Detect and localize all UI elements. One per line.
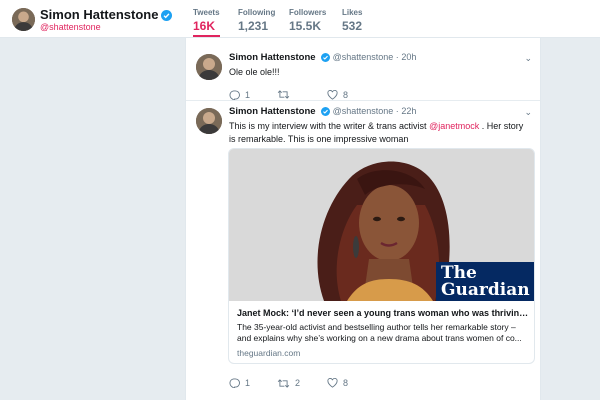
tweet-text: Ole ole ole!!!	[229, 67, 280, 77]
verified-badge-icon	[321, 53, 331, 62]
retweet-icon	[277, 378, 290, 388]
stat-tweets-tab[interactable]: Tweets 16K	[193, 8, 220, 37]
logo-line: Guardian	[441, 280, 530, 300]
profile-name-text[interactable]: Simon Hattenstone	[40, 7, 158, 22]
card-domain[interactable]: theguardian.com	[237, 348, 300, 358]
profile-header-bar: Simon Hattenstone @shattenstone Tweets 1…	[0, 0, 600, 38]
retweet-icon	[277, 90, 290, 99]
profile-avatar[interactable]	[12, 8, 35, 31]
tweet-text-part: This is my interview with the writer & t…	[229, 121, 430, 131]
tweet-avatar[interactable]	[196, 54, 222, 80]
verified-badge-icon	[321, 107, 331, 116]
reply-button[interactable]: 1	[229, 90, 250, 100]
card-description: The 35-year-old activist and bestselling…	[237, 322, 522, 343]
tweet-author-name[interactable]: Simon Hattenstone	[229, 106, 316, 117]
stat-label: Followers	[289, 8, 327, 17]
tweet-menu-caret-icon[interactable]: ⌄	[524, 53, 532, 64]
reply-icon	[229, 90, 240, 100]
tweet-avatar[interactable]	[196, 108, 222, 134]
reply-icon	[229, 378, 240, 388]
dot-separator: ·	[395, 106, 399, 116]
dot-separator: ·	[395, 52, 399, 62]
stat-label: Following	[238, 8, 276, 17]
tweet-author-handle[interactable]: @shattenstone	[333, 52, 394, 62]
card-image[interactable]: The Guardian	[229, 149, 534, 301]
like-count: 8	[343, 378, 349, 388]
stat-value: 1,231	[238, 19, 269, 33]
tweet-timeline: Simon Hattenstone @shattenstone · 20h ⌄ …	[185, 38, 541, 400]
verified-badge-icon	[161, 10, 173, 21]
card-title[interactable]: Janet Mock: ‘I’d never seen a young tran…	[237, 308, 529, 318]
profile-name[interactable]: Simon Hattenstone	[40, 7, 173, 22]
tweet-menu-caret-icon[interactable]: ⌄	[524, 107, 532, 118]
reply-count: 1	[245, 378, 251, 388]
stat-followers-tab[interactable]: Followers 15.5K	[289, 8, 326, 33]
tweet-item[interactable]: Simon Hattenstone @shattenstone · 22h ⌄ …	[186, 102, 540, 400]
stat-value: 532	[342, 19, 363, 33]
stat-value: 16K	[193, 19, 216, 33]
mention-link[interactable]: @janetmock	[429, 121, 479, 131]
tweet-text: This is my interview with the writer & t…	[229, 120, 529, 146]
stat-following-tab[interactable]: Following 1,231	[238, 8, 275, 33]
stat-value: 15.5K	[289, 19, 322, 33]
tweet-timestamp[interactable]: 22h	[401, 106, 416, 116]
profile-handle[interactable]: @shattenstone	[40, 22, 101, 32]
guardian-logo: The Guardian	[436, 262, 534, 301]
reply-button[interactable]: 1	[229, 378, 250, 388]
heart-icon	[327, 90, 338, 100]
retweet-button[interactable]: 2	[277, 378, 300, 388]
like-button[interactable]: 8	[327, 90, 348, 100]
retweet-count: 2	[295, 378, 301, 388]
tweet-author-handle[interactable]: @shattenstone	[333, 106, 394, 116]
tweet-timestamp[interactable]: 20h	[401, 52, 416, 62]
tweet-header: Simon Hattenstone @shattenstone · 22h	[229, 106, 416, 117]
reply-count: 1	[245, 90, 251, 100]
stat-label: Likes	[342, 8, 363, 17]
tweet-author-name[interactable]: Simon Hattenstone	[229, 52, 316, 63]
like-count: 8	[343, 90, 349, 100]
link-preview-card[interactable]: The Guardian Janet Mock: ‘I’d never seen…	[228, 148, 535, 364]
stat-label: Tweets	[193, 8, 220, 17]
tweet-actions: 1 2 8	[229, 378, 449, 392]
tweet-header: Simon Hattenstone @shattenstone · 20h	[229, 52, 416, 63]
heart-icon	[327, 378, 338, 388]
like-button[interactable]: 8	[327, 378, 348, 388]
retweet-button[interactable]	[277, 90, 295, 99]
stat-likes-tab[interactable]: Likes 532	[342, 8, 362, 33]
tweet-item[interactable]: Simon Hattenstone @shattenstone · 20h ⌄ …	[186, 46, 540, 101]
